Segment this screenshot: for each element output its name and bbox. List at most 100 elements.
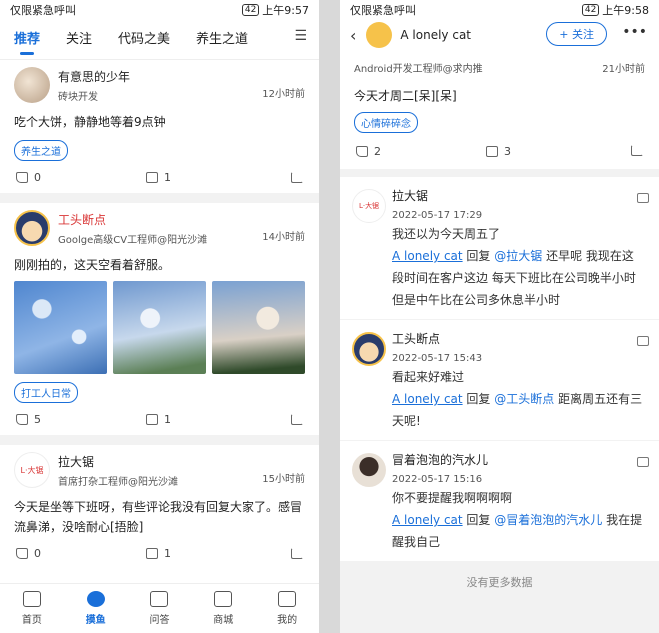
commenter-name[interactable]: 冒着泡泡的汽水儿 [392, 451, 643, 468]
tab-moyu[interactable]: 摸鱼 [64, 584, 128, 633]
topic-tag[interactable]: 打工人日常 [14, 382, 78, 403]
carrier-text: 仅限紧急呼叫 [10, 4, 76, 17]
comment-button[interactable]: 1 [146, 413, 171, 426]
like-button[interactable]: 5 [16, 413, 41, 426]
sky-photo[interactable] [14, 281, 107, 374]
reply-user-link[interactable]: A lonely cat [392, 249, 463, 263]
share-button[interactable] [631, 145, 643, 156]
comment-reply-icon[interactable] [637, 457, 649, 467]
author-name[interactable]: 拉大锯 [58, 453, 305, 470]
post-detail-screen: 仅限紧急呼叫 42 上午9:58 ‹ A lonely cat + 关注 •••… [340, 0, 659, 633]
photo-grid [14, 281, 305, 374]
share-icon [291, 171, 303, 183]
status-bar: 仅限紧急呼叫 42 上午9:57 [0, 0, 319, 20]
comment-text: 我还以为今天周五了 [392, 227, 501, 241]
reply: A lonely cat 回复 @冒着泡泡的汽水儿 我在提醒我自己 [392, 513, 643, 549]
comment-item: 冒着泡泡的汽水儿 2022-05-17 15:16 你不要提醒我啊啊啊啊 A l… [340, 441, 659, 562]
comment-item: 工头断点 2022-05-17 15:43 看起来好难过 A lonely ca… [340, 320, 659, 441]
sky-photo[interactable] [113, 281, 206, 374]
comment-icon [146, 547, 158, 559]
post-text: 今天才周二[呆][呆] [354, 89, 457, 103]
author-title: Android开发工程师@求内推 [354, 64, 483, 75]
avatar[interactable]: L·大锯 [352, 189, 386, 223]
menu-icon[interactable]: ☰ [294, 28, 307, 44]
mention-link[interactable]: @拉大锯 [494, 249, 542, 263]
share-button[interactable] [291, 413, 303, 425]
tab-home[interactable]: 首页 [0, 584, 64, 633]
comment-reply-icon[interactable] [637, 193, 649, 203]
battery-icon: 42 [241, 4, 260, 16]
clock: 上午9:57 [262, 4, 309, 17]
feed-post[interactable]: 工头断点 Goolge高级CV工程师@阳光沙滩 14小时前 刚刚拍的，这天空看着… [0, 203, 319, 435]
comment-text: 你不要提醒我啊啊啊啊 [392, 491, 513, 505]
mention-link[interactable]: @工头断点 [494, 392, 554, 406]
comment-text: 看起来好难过 [392, 370, 465, 384]
sky-photo[interactable] [212, 281, 305, 374]
share-button[interactable] [291, 547, 303, 559]
avatar[interactable] [14, 210, 50, 246]
more-icon[interactable]: ••• [622, 24, 647, 40]
tab-me[interactable]: 我的 [255, 584, 319, 633]
reply-user-link[interactable]: A lonely cat [392, 513, 463, 527]
reply-user-link[interactable]: A lonely cat [392, 392, 463, 406]
fish-icon [86, 591, 105, 607]
bottom-tab-bar: 首页 摸鱼 问答 商城 我的 [0, 583, 319, 633]
share-button[interactable] [291, 171, 303, 183]
tab-health[interactable]: 养生之道 [196, 20, 248, 60]
avatar[interactable] [352, 453, 386, 487]
profile-icon [278, 591, 297, 607]
feed-post[interactable]: L·大锯 拉大锯 首席打杂工程师@阳光沙滩 15小时前 今天是坐等下班呀，有些评… [0, 445, 319, 569]
avatar[interactable] [352, 332, 386, 366]
detail-header: ‹ A lonely cat + 关注 ••• [340, 20, 659, 50]
tab-follow[interactable]: 关注 [66, 20, 92, 60]
thumb-up-icon [16, 547, 28, 559]
post-time: 21小时前 [602, 64, 645, 75]
avatar[interactable]: L·大锯 [14, 452, 50, 488]
author-name[interactable]: 工头断点 [58, 211, 305, 228]
carrier-text: 仅限紧急呼叫 [350, 4, 416, 17]
post-text: 刚刚拍的，这天空看着舒服。 [14, 258, 171, 272]
tab-shop[interactable]: 商城 [191, 584, 255, 633]
share-icon [631, 145, 643, 156]
comment-date: 2022-05-17 15:16 [392, 474, 483, 485]
comment-button[interactable]: 1 [146, 547, 171, 560]
like-button[interactable]: 0 [16, 171, 41, 184]
author-name[interactable]: A lonely cat [400, 28, 471, 42]
comment-button[interactable]: 1 [146, 171, 171, 184]
tab-recommend[interactable]: 推荐 [14, 20, 40, 60]
battery-icon: 42 [581, 4, 600, 16]
feed-post[interactable]: 有意思的少年 砖块开发 12小时前 吃个大饼，静静地等着9点钟 养生之道 0 1 [0, 60, 319, 193]
thumb-up-icon [16, 171, 28, 183]
follow-button[interactable]: + 关注 [546, 22, 607, 46]
status-bar: 仅限紧急呼叫 42 上午9:58 [340, 0, 659, 20]
avatar[interactable] [14, 67, 50, 103]
reply: A lonely cat 回复 @工头断点 距离周五还有三天呢! [392, 392, 643, 428]
back-arrow-icon[interactable]: ‹ [350, 26, 356, 45]
avatar[interactable] [366, 22, 393, 48]
feed-screen: 仅限紧急呼叫 42 上午9:57 推荐 关注 代码之美 养生之道 ☰ 有意思的少… [0, 0, 319, 633]
tab-code[interactable]: 代码之美 [118, 20, 170, 60]
topic-tag[interactable]: 养生之道 [14, 140, 68, 161]
author-name[interactable]: 有意思的少年 [58, 68, 305, 85]
like-button[interactable]: 0 [16, 547, 41, 560]
like-button[interactable]: 2 [356, 145, 381, 158]
commenter-name[interactable]: 工头断点 [392, 330, 643, 347]
commenter-name[interactable]: 拉大锯 [392, 187, 643, 204]
post-time: 12小时前 [262, 89, 305, 100]
comment-date: 2022-05-17 17:29 [392, 210, 483, 221]
question-icon [150, 591, 169, 607]
comment-date: 2022-05-17 15:43 [392, 353, 483, 364]
share-icon [291, 413, 303, 425]
share-icon [291, 547, 303, 559]
reply: A lonely cat 回复 @拉大锯 还早呢 我现在这段时间在客户这边 每天… [392, 249, 636, 307]
topic-tag[interactable]: 心情碎碎念 [354, 112, 418, 133]
comment-icon [146, 171, 158, 183]
no-more-data: 没有更多数据 [466, 576, 533, 589]
comment-icon [146, 413, 158, 425]
post-detail: Android开发工程师@求内推 21小时前 今天才周二[呆][呆] 心情碎碎念… [340, 50, 659, 169]
tab-qa[interactable]: 问答 [128, 584, 192, 633]
comment-reply-icon[interactable] [637, 336, 649, 346]
home-icon [22, 591, 41, 607]
comment-button[interactable]: 3 [486, 145, 511, 158]
mention-link[interactable]: @冒着泡泡的汽水儿 [494, 513, 602, 527]
